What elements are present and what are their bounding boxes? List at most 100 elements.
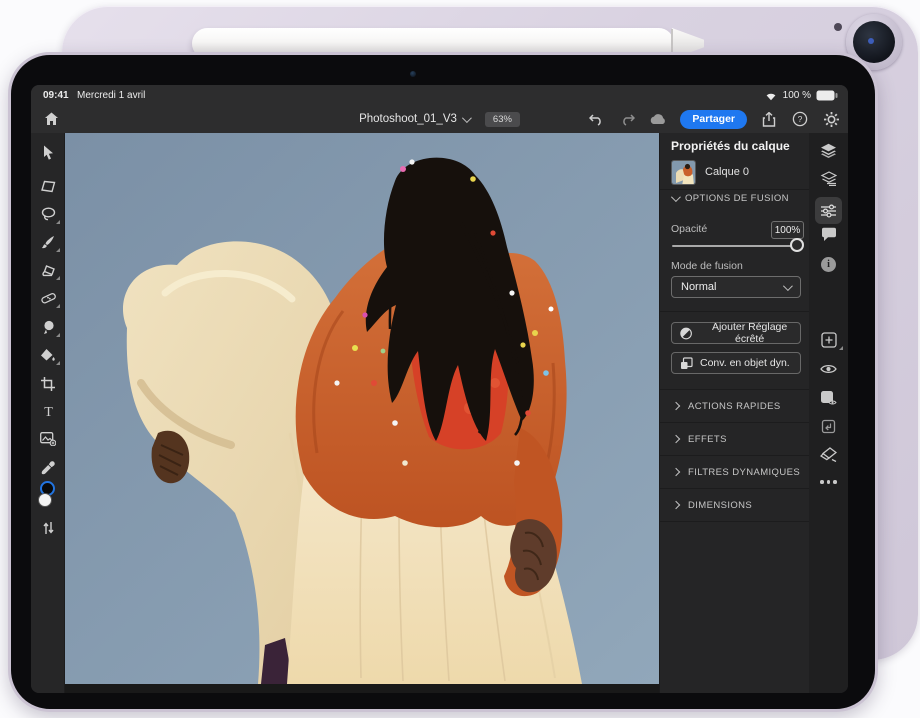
section-filtres-dynamiques[interactable]: FILTRES DYNAMIQUES bbox=[660, 455, 810, 488]
chevron-down-icon bbox=[783, 281, 793, 291]
chevron-down-icon bbox=[462, 113, 472, 123]
clipping-mask-icon bbox=[821, 419, 836, 434]
eraser-icon bbox=[41, 264, 56, 277]
front-camera-dot bbox=[410, 71, 416, 77]
chevron-right-icon bbox=[672, 501, 680, 509]
paint-bucket-icon bbox=[40, 348, 56, 362]
section-dimensions[interactable]: DIMENSIONS bbox=[660, 488, 810, 521]
layer-properties-panel: Propriétés du calque Calque 0 bbox=[659, 133, 809, 693]
delete-layer-button[interactable] bbox=[809, 441, 848, 467]
brush-tool[interactable] bbox=[31, 229, 65, 255]
convert-smart-object-button[interactable]: Conv. en objet dyn. bbox=[671, 352, 801, 374]
eyedropper-icon bbox=[41, 461, 55, 475]
section-actions-rapides[interactable]: ACTIONS RAPIDES bbox=[660, 389, 810, 422]
chevron-right-icon bbox=[672, 468, 680, 476]
info-button[interactable]: i bbox=[809, 251, 848, 277]
tool-options-indicator bbox=[56, 333, 60, 337]
status-bar: 09:41 Mercredi 1 avril 100 % bbox=[31, 85, 848, 105]
brush-icon bbox=[41, 235, 55, 249]
adjust-sliders-icon bbox=[820, 204, 837, 218]
help-icon: ? bbox=[792, 111, 808, 127]
canvas[interactable] bbox=[65, 133, 659, 693]
info-icon: i bbox=[821, 257, 836, 272]
redo-icon bbox=[620, 113, 635, 126]
layer-visibility-button[interactable] bbox=[809, 356, 848, 382]
swap-colors-button[interactable] bbox=[31, 515, 65, 541]
add-layer-button[interactable] bbox=[809, 327, 848, 353]
move-cursor-icon bbox=[42, 145, 55, 160]
settings-button[interactable] bbox=[822, 110, 840, 128]
background-color-swatch[interactable] bbox=[38, 493, 52, 507]
layer-thumbnail bbox=[671, 160, 696, 185]
place-photo-tool[interactable] bbox=[31, 426, 65, 452]
photo-canvas-image bbox=[65, 133, 659, 684]
undo-button[interactable] bbox=[587, 110, 605, 128]
transform-quad-icon bbox=[41, 180, 56, 193]
svg-text:?: ? bbox=[798, 114, 803, 124]
section-effets[interactable]: EFFETS bbox=[660, 422, 810, 455]
clone-stamp-tool[interactable] bbox=[31, 314, 65, 340]
properties-tab-button[interactable] bbox=[809, 197, 848, 224]
layer-properties-icon bbox=[820, 171, 837, 186]
adjustment-circle-icon bbox=[680, 327, 692, 340]
rear-camera-lens bbox=[853, 21, 895, 63]
comments-button[interactable] bbox=[809, 221, 848, 247]
ellipsis-icon bbox=[820, 480, 837, 484]
help-button[interactable]: ? bbox=[791, 110, 809, 128]
front-ipad-device: 09:41 Mercredi 1 avril 100 % bbox=[8, 52, 878, 712]
layers-icon bbox=[820, 143, 837, 158]
healing-brush-tool[interactable] bbox=[31, 285, 65, 311]
wifi-icon bbox=[764, 90, 778, 101]
export-button[interactable] bbox=[760, 110, 778, 128]
zoom-level-badge[interactable]: 63% bbox=[485, 112, 520, 127]
opacity-slider-knob[interactable] bbox=[790, 238, 804, 252]
transform-tool[interactable] bbox=[31, 173, 65, 199]
add-clipped-adjustment-button[interactable]: Ajouter Réglage écrêté bbox=[671, 322, 801, 344]
place-photo-icon bbox=[40, 432, 56, 446]
blend-mode-dropdown[interactable]: Normal bbox=[671, 276, 801, 298]
move-tool[interactable] bbox=[31, 139, 65, 165]
smart-object-icon bbox=[680, 357, 693, 370]
redo-button[interactable] bbox=[618, 110, 636, 128]
eraser-tool[interactable] bbox=[31, 257, 65, 283]
tool-options-indicator bbox=[839, 346, 843, 350]
crop-icon bbox=[41, 377, 55, 391]
more-options-button[interactable] bbox=[809, 469, 848, 495]
blend-options-section-header[interactable]: OPTIONS DE FUSION bbox=[671, 193, 789, 204]
lasso-icon bbox=[41, 207, 56, 221]
home-button[interactable] bbox=[39, 107, 63, 131]
type-tool[interactable]: T bbox=[31, 398, 65, 424]
opacity-slider-track[interactable] bbox=[672, 245, 802, 247]
layer-mask-button[interactable] bbox=[809, 385, 848, 411]
divider bbox=[660, 189, 810, 190]
tool-sidebar: T bbox=[31, 133, 65, 693]
lasso-tool[interactable] bbox=[31, 201, 65, 227]
battery-percent: 100 % bbox=[783, 90, 811, 101]
crop-tool[interactable] bbox=[31, 371, 65, 397]
cloud-sync-icon bbox=[649, 113, 667, 125]
eyedropper-tool[interactable] bbox=[31, 455, 65, 481]
clipping-mask-button[interactable] bbox=[809, 413, 848, 439]
share-button[interactable]: Partager bbox=[680, 110, 747, 129]
layer-properties-button[interactable] bbox=[809, 165, 848, 191]
tool-options-indicator bbox=[56, 304, 60, 308]
chevron-right-icon bbox=[672, 435, 680, 443]
type-icon: T bbox=[42, 404, 55, 418]
swap-arrows-icon bbox=[43, 521, 54, 535]
cloud-sync-button[interactable] bbox=[649, 110, 667, 128]
tool-options-indicator bbox=[56, 361, 60, 365]
status-time: 09:41 bbox=[43, 90, 69, 101]
home-icon bbox=[44, 112, 59, 126]
layers-panel-button[interactable] bbox=[809, 137, 848, 163]
layer-row[interactable]: Calque 0 bbox=[660, 157, 810, 187]
document-title[interactable]: Photoshoot_01_V3 bbox=[359, 113, 469, 125]
photoshop-app-screen: 09:41 Mercredi 1 avril 100 % bbox=[31, 85, 848, 693]
tool-options-indicator bbox=[56, 276, 60, 280]
opacity-value-field[interactable]: 100% bbox=[771, 221, 804, 239]
tool-options-indicator bbox=[56, 220, 60, 224]
add-layer-icon bbox=[821, 332, 837, 348]
fill-tool[interactable] bbox=[31, 342, 65, 368]
layer-name: Calque 0 bbox=[705, 166, 749, 178]
panel-title: Propriétés du calque bbox=[671, 139, 790, 153]
undo-icon bbox=[589, 113, 604, 126]
